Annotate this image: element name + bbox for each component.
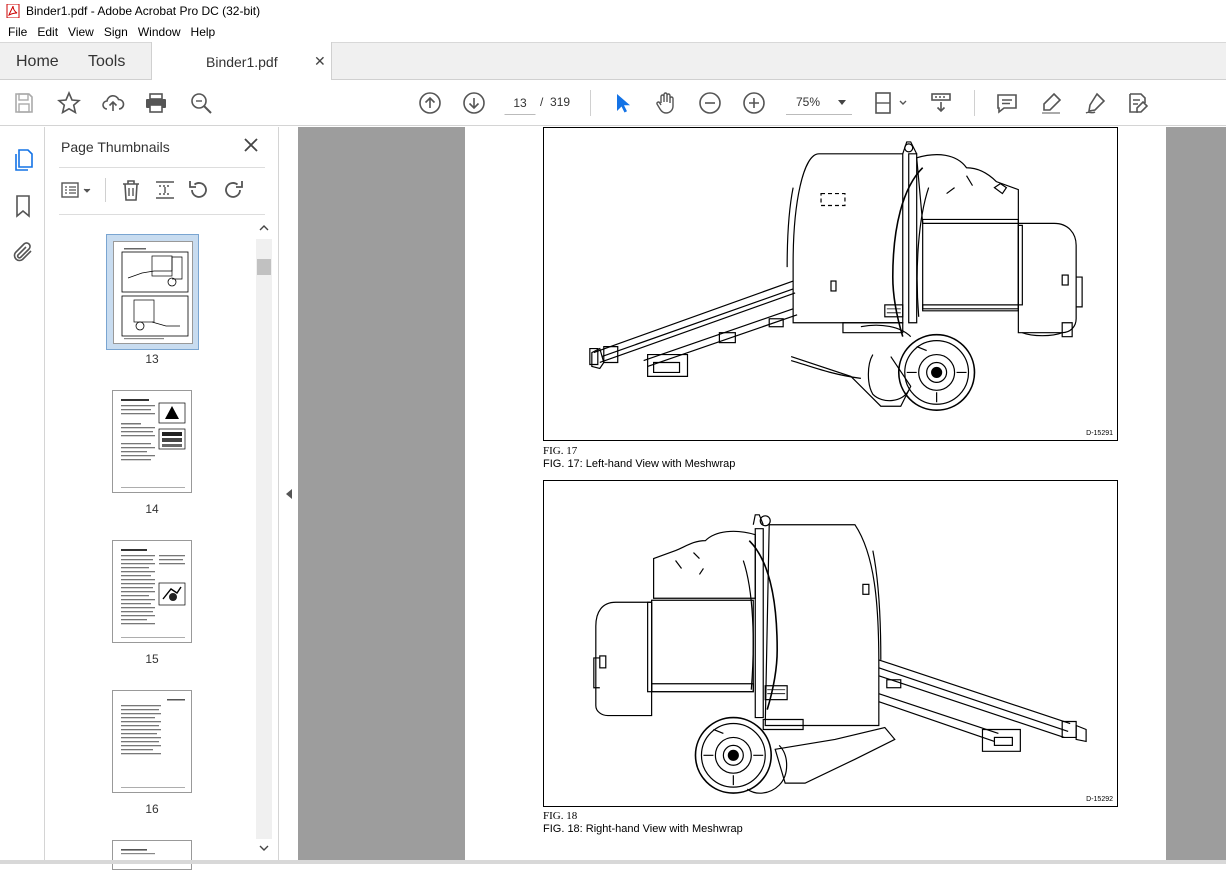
tab-document-label: Binder1.pdf (206, 54, 278, 70)
fill-sign-icon[interactable] (1126, 91, 1150, 115)
delete-page-icon[interactable] (119, 178, 143, 202)
divider (59, 167, 265, 168)
zoom-search-icon[interactable] (189, 91, 213, 115)
page-count: / 319 (540, 95, 571, 109)
hand-tool-icon[interactable] (654, 91, 678, 115)
thumbnail-page-number: 13 (145, 352, 159, 366)
left-navigation-rail (0, 127, 45, 864)
scroll-up-icon[interactable] (259, 223, 269, 233)
toolbar-divider (590, 90, 591, 116)
menu-edit[interactable]: Edit (33, 25, 64, 39)
page-thumbnails-icon[interactable] (11, 148, 35, 172)
scrolling-mode-icon[interactable] (929, 91, 953, 115)
extract-pages-icon[interactable] (153, 178, 177, 202)
upload-cloud-icon[interactable] (101, 91, 125, 115)
collapse-panel-icon[interactable] (286, 489, 292, 499)
figure-17-caption: FIG. 17: Left-hand View with Meshwrap (543, 458, 736, 470)
title-bar: Binder1.pdf - Adobe Acrobat Pro DC (32-b… (0, 0, 1226, 22)
thumbnail-page-17[interactable] (112, 840, 192, 870)
rotate-left-icon[interactable] (187, 178, 211, 202)
star-icon[interactable] (57, 90, 81, 115)
bookmark-icon[interactable] (11, 194, 35, 218)
menu-window[interactable]: Window (134, 25, 187, 39)
thumbnail-page-number: 16 (145, 802, 159, 816)
menu-file[interactable]: File (4, 25, 33, 39)
thumbnail-options-icon[interactable] (59, 178, 95, 202)
panel-title: Page Thumbnails (61, 139, 170, 155)
tab-tools[interactable]: Tools (88, 53, 125, 71)
tab-bar: Home Tools Binder1.pdf ✕ (0, 42, 1226, 81)
select-cursor-icon[interactable] (610, 91, 634, 115)
menu-view[interactable]: View (64, 25, 100, 39)
acrobat-app-icon (6, 4, 20, 18)
comment-icon[interactable] (995, 91, 1019, 115)
scroll-down-icon[interactable] (259, 843, 269, 853)
scrollbar-track[interactable] (256, 239, 272, 839)
scrollbar-thumb[interactable] (257, 259, 271, 275)
next-page-icon[interactable] (462, 91, 486, 115)
zoom-level-dropdown[interactable]: 75% (786, 91, 852, 115)
figure-18-caption: FIG. 18: Right-hand View with Meshwrap (543, 823, 743, 835)
thumbnail-page-16[interactable] (112, 690, 192, 793)
rotate-right-icon[interactable] (221, 178, 245, 202)
page-thumbnails-panel: Page Thumbnails 13 14 15 16 (45, 127, 278, 870)
toolbar-divider (974, 90, 975, 116)
highlight-pen-icon[interactable] (1039, 91, 1063, 115)
thumbnail-page-number: 15 (145, 652, 159, 666)
figure-18-label: FIG. 18 (543, 810, 578, 822)
thumbnails-scrollbar[interactable] (256, 219, 272, 859)
horizontal-scrollbar[interactable] (0, 860, 1226, 864)
document-viewer[interactable]: D-15291 FIG. 17 FIG. 17: Left-hand View … (298, 127, 1226, 860)
thumbnail-image (113, 241, 193, 344)
chevron-down-icon (838, 100, 846, 105)
divider (59, 214, 265, 215)
zoom-level-value: 75% (796, 95, 821, 109)
figure-id: D-15292 (1086, 796, 1113, 803)
zoom-in-icon[interactable] (742, 91, 766, 115)
figure-17-label: FIG. 17 (543, 445, 578, 457)
previous-page-icon[interactable] (418, 91, 442, 115)
thumbnail-page-13[interactable] (106, 234, 199, 350)
figure-17-image: D-15291 (543, 127, 1118, 441)
pdf-page: D-15291 FIG. 17 FIG. 17: Left-hand View … (465, 127, 1166, 860)
figure-id: D-15291 (1086, 430, 1113, 437)
page-number-input[interactable]: 13 (504, 91, 536, 115)
paperclip-icon[interactable] (11, 240, 35, 264)
figure-18-image: D-15292 (543, 480, 1118, 807)
thumbnail-page-14[interactable] (112, 390, 192, 493)
menu-sign[interactable]: Sign (100, 25, 134, 39)
main-toolbar: 13 / 319 75% (0, 80, 1226, 126)
print-icon[interactable] (144, 91, 168, 115)
tab-document[interactable]: Binder1.pdf ✕ (151, 42, 332, 81)
tab-home[interactable]: Home (16, 53, 59, 71)
thumbnail-page-number: 14 (145, 502, 159, 516)
window-title: Binder1.pdf - Adobe Acrobat Pro DC (32-b… (26, 4, 261, 18)
divider (105, 178, 106, 202)
draw-pen-icon[interactable] (1083, 91, 1107, 115)
close-panel-icon[interactable] (243, 137, 259, 153)
panel-splitter[interactable] (278, 127, 298, 864)
close-tab-icon[interactable]: ✕ (314, 53, 326, 70)
page-fit-icon[interactable] (873, 91, 909, 115)
menu-bar: File Edit View Sign Window Help (0, 22, 1226, 42)
save-icon[interactable] (12, 91, 36, 115)
zoom-out-icon[interactable] (698, 91, 722, 115)
thumbnail-page-15[interactable] (112, 540, 192, 643)
menu-help[interactable]: Help (187, 25, 222, 39)
